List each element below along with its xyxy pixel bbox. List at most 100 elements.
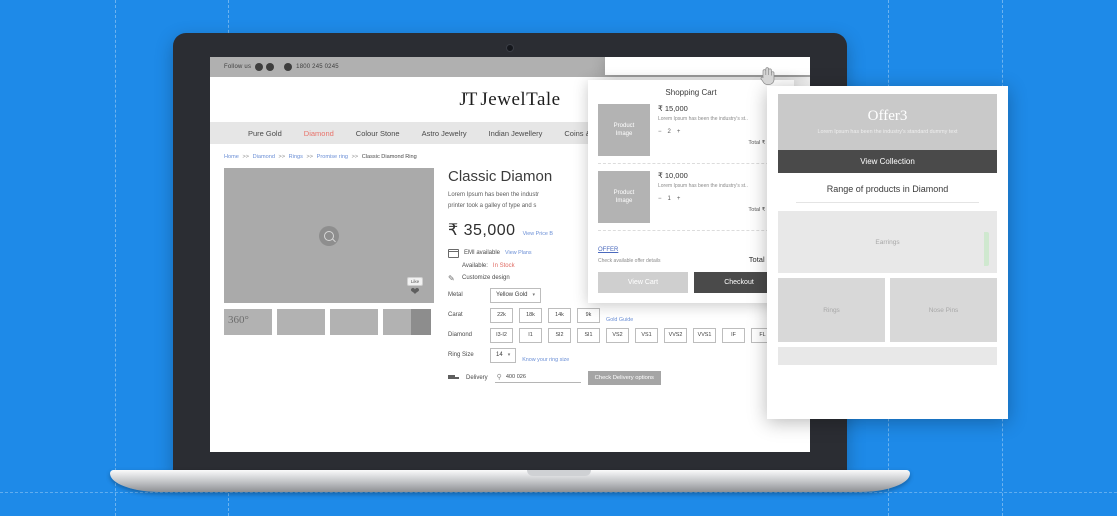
diamond-chip[interactable]: SI1 (577, 327, 600, 343)
carat-chip[interactable]: 22k (490, 307, 513, 323)
pencil-icon: ✎ (448, 273, 455, 283)
status-badge: In Stock (492, 262, 515, 269)
offer-panel: Offer3 Lorem Ipsum has been the industry… (767, 86, 1008, 419)
breadcrumb-rings[interactable]: Rings (289, 154, 303, 160)
breadcrumb-promise-ring[interactable]: Promise ring (317, 154, 348, 160)
heart-icon[interactable]: ❤ (410, 287, 419, 298)
diamond-chip[interactable]: IF (722, 327, 745, 343)
breadcrumb-separator: >> (242, 154, 250, 160)
magnifier-icon[interactable] (319, 225, 339, 246)
nav-item-colour-stone[interactable]: Colour Stone (356, 129, 400, 138)
qty-value: 2 (667, 128, 671, 135)
chevron-down-icon: ▾ (532, 292, 535, 299)
cart-item-image-label: Product (613, 122, 635, 129)
cursor-highlight (411, 309, 431, 335)
nav-item-indian-jewellery[interactable]: Indian Jewellery (489, 129, 543, 138)
view-collection-button[interactable]: View Collection (778, 150, 997, 173)
location-pin-icon: ⚲ (496, 373, 502, 381)
delivery-row: Delivery ⚲ 400 026 Check Delivery option… (448, 370, 796, 385)
social-icons[interactable] (255, 63, 275, 71)
option-label-diamond: Diamond (448, 332, 473, 339)
logo-mark: JT (459, 88, 477, 110)
phone-icon (284, 63, 293, 71)
availability-label: Available: (462, 262, 488, 269)
guide-line (115, 0, 116, 516)
offer-subtext: Lorem Ipsum has been the industry's stan… (817, 128, 958, 135)
cart-item-image: Product Image (598, 171, 650, 223)
cart-item-image-label: Image (615, 198, 633, 204)
qty-decrease-button[interactable]: − (658, 196, 662, 202)
cart-offer-row: OFFER Check available offer details Tota… (598, 238, 784, 264)
offer-link[interactable]: OFFER (598, 247, 618, 253)
thumbnail-item[interactable] (277, 309, 325, 335)
breadcrumb-diamond[interactable]: Diamond (253, 154, 275, 160)
pincode-value: 400 026 (505, 373, 527, 380)
gold-guide-link[interactable]: Gold Guide (606, 317, 633, 323)
diamond-chip[interactable]: SI2 (548, 327, 571, 343)
thumbnail-item[interactable] (330, 309, 378, 335)
logo[interactable]: JT JewelTale (459, 89, 560, 111)
category-tile-extra[interactable] (778, 347, 997, 365)
cart-item-image-label: Product (613, 189, 635, 196)
metal-select-value: Yellow Gold (496, 292, 528, 299)
carat-chip[interactable]: 9k (577, 307, 600, 323)
nav-item-pure-gold[interactable]: Pure Gold (248, 129, 282, 138)
emi-label: EMI available (464, 250, 501, 257)
product-hero-image[interactable]: Like ❤ (224, 168, 434, 303)
category-tile-rings[interactable]: Rings (778, 278, 885, 342)
shopping-cart-panel: Shopping Cart Product Image ₹ 15,000 Lor… (588, 80, 794, 303)
qty-increase-button[interactable]: + (677, 129, 681, 135)
cart-item: Product Image ₹ 10,000 Lorem Ipsum has b… (598, 171, 785, 231)
quantity-stepper[interactable]: − 2 + (658, 125, 785, 136)
view-plans-link[interactable]: View Plans (505, 250, 532, 256)
laptop-notch (526, 470, 591, 476)
qty-decrease-button[interactable]: − (658, 129, 662, 135)
offer-hero: Offer3 Lorem Ipsum has been the industry… (778, 94, 997, 150)
ring-size-guide-link[interactable]: Know your ring size (522, 357, 569, 363)
delivery-label: Delivery (466, 374, 488, 381)
offer-panel-tab[interactable] (984, 232, 989, 266)
facebook-icon[interactable] (255, 63, 264, 71)
range-title: Range of products in Diamond (826, 184, 949, 194)
category-tile-nose-pins[interactable]: Nose Pins (890, 278, 997, 342)
option-label-metal: Metal (448, 292, 463, 299)
view-cart-button[interactable]: View Cart (598, 272, 688, 293)
like-tooltip: Like (406, 277, 424, 286)
truck-icon (448, 374, 459, 381)
credit-card-icon (448, 248, 459, 258)
check-delivery-button[interactable]: Check Delivery options (587, 370, 661, 385)
twitter-icon[interactable] (266, 63, 275, 71)
guide-line (0, 492, 1117, 493)
nav-item-astro-jewelry[interactable]: Astro Jewelry (422, 129, 467, 138)
product-gallery: Like ❤ 360° (224, 168, 434, 385)
category-tile-earrings[interactable]: Earrings (778, 211, 997, 273)
thumbnail-360[interactable]: 360° (224, 309, 272, 335)
diamond-chip[interactable]: VVS1 (693, 327, 716, 343)
diamond-chip[interactable]: VS2 (606, 327, 629, 343)
view-price-breakup-link[interactable]: View Price B (523, 231, 553, 237)
diamond-chip[interactable]: VVS2 (664, 327, 687, 343)
ring-size-select[interactable]: 14 ▾ (490, 347, 517, 363)
metal-select[interactable]: Yellow Gold ▾ (490, 287, 541, 303)
carat-chip[interactable]: 14k (548, 307, 571, 323)
offer-subtext: Check available offer details (598, 258, 661, 264)
shopping-cart-panel (605, 57, 810, 75)
cart-item-image: Product Image (598, 104, 650, 156)
follow-us-label: Follow us (224, 64, 252, 70)
thumbnail-item[interactable] (383, 309, 431, 335)
like-control[interactable]: Like ❤ (402, 277, 428, 298)
phone-number: 1800 245 0245 (296, 64, 339, 70)
diamond-chip[interactable]: VS1 (635, 327, 658, 343)
quantity-stepper[interactable]: − 1 + (658, 192, 785, 203)
diamond-chip[interactable]: I1 (519, 327, 542, 343)
breadcrumb-separator: >> (351, 154, 359, 160)
breadcrumb-home[interactable]: Home (224, 154, 239, 160)
option-label-carat: Carat (448, 312, 463, 319)
product-price: ₹ 35,000 (448, 221, 516, 239)
diamond-chip[interactable]: I3-I2 (490, 327, 513, 343)
carat-chip[interactable]: 18k (519, 307, 542, 323)
pincode-input[interactable]: ⚲ 400 026 (494, 373, 581, 383)
scene: Follow us 1800 245 0245 Search Here Log … (0, 0, 1117, 516)
qty-increase-button[interactable]: + (677, 196, 681, 202)
nav-item-diamond[interactable]: Diamond (304, 129, 334, 138)
